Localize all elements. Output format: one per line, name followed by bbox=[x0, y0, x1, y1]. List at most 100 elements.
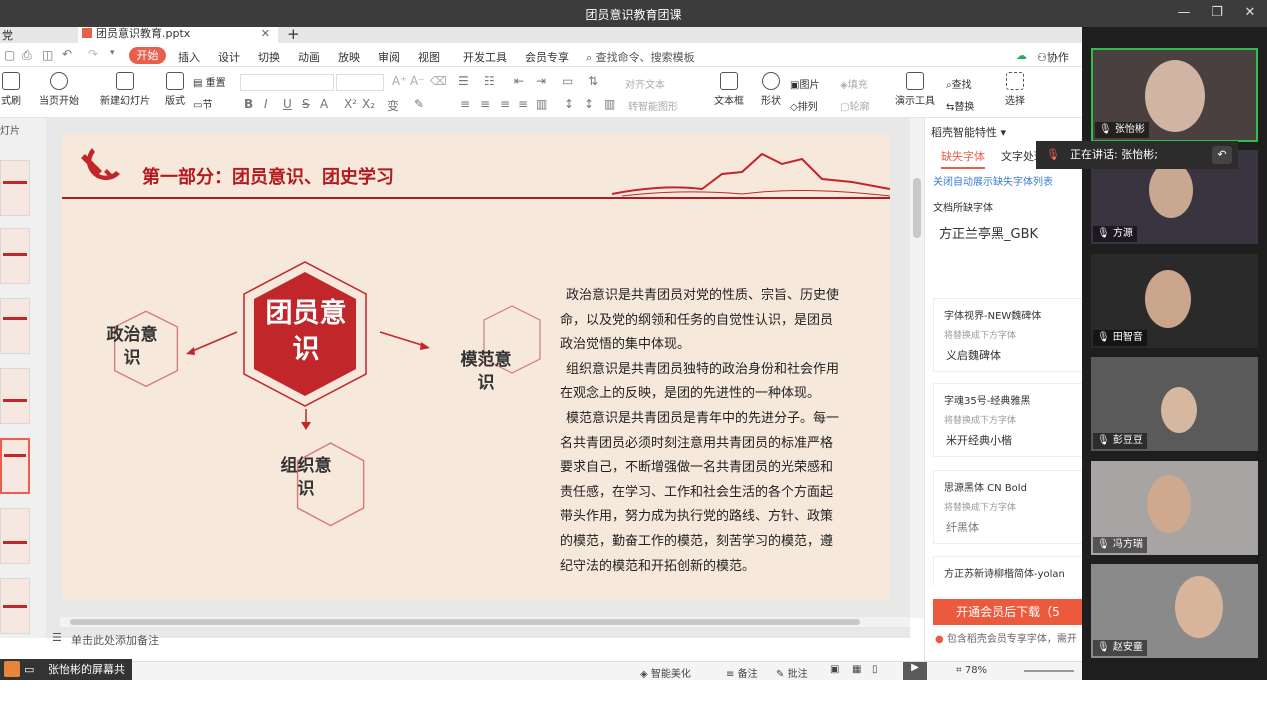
minimize-icon[interactable]: — bbox=[1170, 3, 1198, 23]
shape-button[interactable]: 形状 bbox=[756, 72, 786, 107]
presenter-tools-button[interactable]: 演示工具 bbox=[893, 72, 937, 107]
layout-button[interactable]: 版式 bbox=[160, 72, 190, 107]
font-size-select[interactable] bbox=[336, 74, 384, 91]
align-center-icon[interactable]: ≡ bbox=[480, 97, 490, 111]
collapse-icon[interactable]: ↶ bbox=[1212, 146, 1232, 164]
bold-icon[interactable]: B bbox=[244, 97, 253, 111]
columns-icon[interactable]: ▥ bbox=[604, 97, 615, 111]
font-card[interactable]: 方正苏新诗柳楷简体-yolan bbox=[933, 556, 1082, 586]
menu-view[interactable]: 视图 bbox=[418, 49, 440, 65]
char-spacing-icon[interactable]: 变 bbox=[387, 97, 399, 114]
participant-tile[interactable]: 🎙 张怡彬 bbox=[1091, 48, 1258, 142]
notes-pane[interactable]: ☰ 单击此处添加备注 bbox=[46, 627, 910, 651]
font-family-select[interactable] bbox=[240, 74, 334, 91]
picture-button[interactable]: ▣图片 bbox=[790, 76, 819, 91]
slide-thumbnail[interactable] bbox=[0, 578, 30, 634]
replace-button[interactable]: ⇆替换 bbox=[946, 98, 974, 113]
menu-transition[interactable]: 切换 bbox=[258, 49, 280, 65]
slide-thumbnail[interactable] bbox=[0, 368, 30, 424]
para-spacing-icon[interactable]: ↕ bbox=[584, 97, 594, 111]
textbox-button[interactable]: 文本框 bbox=[710, 72, 748, 107]
participant-tile[interactable]: 🎙 彭豆豆 bbox=[1091, 357, 1258, 451]
document-tab[interactable]: 团员意识教育.pptx ✕ bbox=[78, 27, 278, 43]
grow-font-icon[interactable]: A⁺ bbox=[392, 74, 407, 88]
close-icon[interactable]: ✕ bbox=[1236, 3, 1264, 23]
select-button[interactable]: 选择 bbox=[1000, 72, 1030, 107]
comment-toggle[interactable]: ✎ 批注 bbox=[776, 665, 808, 680]
maximize-icon[interactable]: ❐ bbox=[1203, 3, 1231, 23]
sort-icon[interactable]: ⇅ bbox=[588, 74, 598, 88]
font-card[interactable]: 思源黑体 CN Bold 将替换成下方字体 纤黑体 bbox=[933, 470, 1082, 544]
slide-thumbnail[interactable] bbox=[0, 228, 30, 284]
menu-member[interactable]: 会员专享 bbox=[525, 49, 569, 65]
vertical-scroll-thumb[interactable] bbox=[913, 178, 921, 238]
align-left-icon[interactable]: ≡ bbox=[460, 97, 470, 111]
horizontal-scroll-thumb[interactable] bbox=[70, 619, 860, 625]
participant-tile[interactable]: 🎙 冯方瑞 bbox=[1091, 461, 1258, 555]
outline-button[interactable]: ▢轮廓 bbox=[840, 98, 869, 113]
align-text-button[interactable]: 对齐文本 bbox=[625, 76, 665, 91]
indent-icon[interactable]: ⇤ bbox=[514, 74, 524, 88]
slide-thumbnail[interactable] bbox=[0, 298, 30, 354]
quick-access-dropdown-icon[interactable]: ▾ bbox=[110, 48, 115, 58]
redo-icon[interactable]: ↷ bbox=[88, 47, 98, 61]
zoom-level[interactable]: ⌗ 78% bbox=[956, 665, 987, 676]
line-spacing-icon[interactable]: ↕ bbox=[564, 97, 574, 111]
subscript-icon[interactable]: X₂ bbox=[362, 97, 375, 111]
slide-thumbnail-selected[interactable] bbox=[0, 438, 30, 494]
cloud-sync-icon[interactable]: ☁ bbox=[1016, 49, 1027, 62]
missing-font-main[interactable]: 方正兰亭黑_GBK bbox=[939, 223, 1038, 242]
menu-review[interactable]: 审阅 bbox=[378, 49, 400, 65]
participant-tile[interactable]: 🎙 田智音 bbox=[1091, 254, 1258, 348]
highlight-icon[interactable]: ✎ bbox=[414, 97, 424, 111]
smart-beautify-button[interactable]: ◈ 智能美化 bbox=[640, 665, 691, 680]
find-button[interactable]: ⌕查找 bbox=[946, 76, 972, 91]
participant-tile[interactable]: 🎙 赵安童 bbox=[1091, 564, 1258, 658]
panel-title[interactable]: 稻壳智能特性 ▾ bbox=[931, 124, 1006, 140]
left-tab[interactable]: 党 bbox=[2, 27, 13, 43]
italic-icon[interactable]: I bbox=[264, 97, 268, 111]
sorter-view-icon[interactable]: ▦ bbox=[852, 664, 861, 675]
smart-art-button[interactable]: 转智能图形 bbox=[628, 98, 678, 113]
justify-icon[interactable]: ≡ bbox=[518, 97, 528, 111]
menu-design[interactable]: 设计 bbox=[218, 49, 240, 65]
zoom-slider[interactable] bbox=[1024, 670, 1074, 672]
number-list-icon[interactable]: ☷ bbox=[484, 74, 495, 88]
reset-button[interactable]: ▤ 重置 bbox=[193, 74, 226, 89]
menu-insert[interactable]: 插入 bbox=[178, 49, 200, 65]
shrink-font-icon[interactable]: A⁻ bbox=[410, 74, 425, 88]
collab-button[interactable]: ⚇协作 bbox=[1037, 49, 1069, 65]
new-tab-icon[interactable]: + bbox=[287, 27, 300, 43]
notes-toggle[interactable]: ≡ 备注 bbox=[726, 665, 758, 680]
tab-close-icon[interactable]: ✕ bbox=[261, 27, 270, 41]
superscript-icon[interactable]: X² bbox=[344, 97, 357, 111]
align-right-icon[interactable]: ≡ bbox=[500, 97, 510, 111]
hide-missing-list-link[interactable]: 关闭自动展示缺失字体列表 bbox=[933, 173, 1053, 188]
slide-thumbnail[interactable] bbox=[0, 508, 30, 564]
menu-animation[interactable]: 动画 bbox=[298, 49, 320, 65]
horizontal-scrollbar[interactable] bbox=[60, 617, 910, 627]
fill-button[interactable]: ◈填充 bbox=[840, 76, 868, 91]
font-card[interactable]: 字魂35号-经典雅黑 将替换成下方字体 米开经典小楷 bbox=[933, 383, 1082, 457]
underline-icon[interactable]: U bbox=[283, 97, 292, 111]
download-fonts-button[interactable]: 开通会员后下载（5 bbox=[933, 599, 1082, 625]
outdent-icon[interactable]: ⇥ bbox=[536, 74, 546, 88]
command-search[interactable]: ⌕ 查找命令、搜索模板 bbox=[586, 49, 695, 65]
undo-icon[interactable]: ↶ bbox=[62, 47, 72, 61]
slide[interactable]: 第一部分：团员意识、团史学习 团员意识 政治意识 模范意识 组织意识 政治意识是… bbox=[62, 134, 890, 600]
save-icon[interactable]: ▢ bbox=[4, 48, 15, 62]
slide-thumbnail[interactable] bbox=[0, 160, 30, 216]
menu-dev-tools[interactable]: 开发工具 bbox=[463, 49, 507, 65]
menu-slideshow[interactable]: 放映 bbox=[338, 49, 360, 65]
print-icon[interactable]: ⎙ bbox=[22, 48, 32, 63]
clear-format-icon[interactable]: ⌫ bbox=[430, 74, 447, 88]
text-box-icon[interactable]: ▭ bbox=[562, 74, 573, 88]
tab-missing-fonts[interactable]: 缺失字体 bbox=[941, 148, 985, 169]
vertical-scrollbar[interactable] bbox=[910, 118, 924, 618]
distribute-icon[interactable]: ▥ bbox=[536, 97, 547, 111]
play-slideshow-icon[interactable]: ▶ bbox=[903, 662, 927, 680]
format-painter-button[interactable]: 式刷 bbox=[0, 72, 26, 107]
normal-view-icon[interactable]: ▣ bbox=[830, 664, 839, 675]
play-from-current-button[interactable]: 当页开始 bbox=[36, 72, 82, 107]
reading-view-icon[interactable]: ▯ bbox=[872, 664, 878, 675]
